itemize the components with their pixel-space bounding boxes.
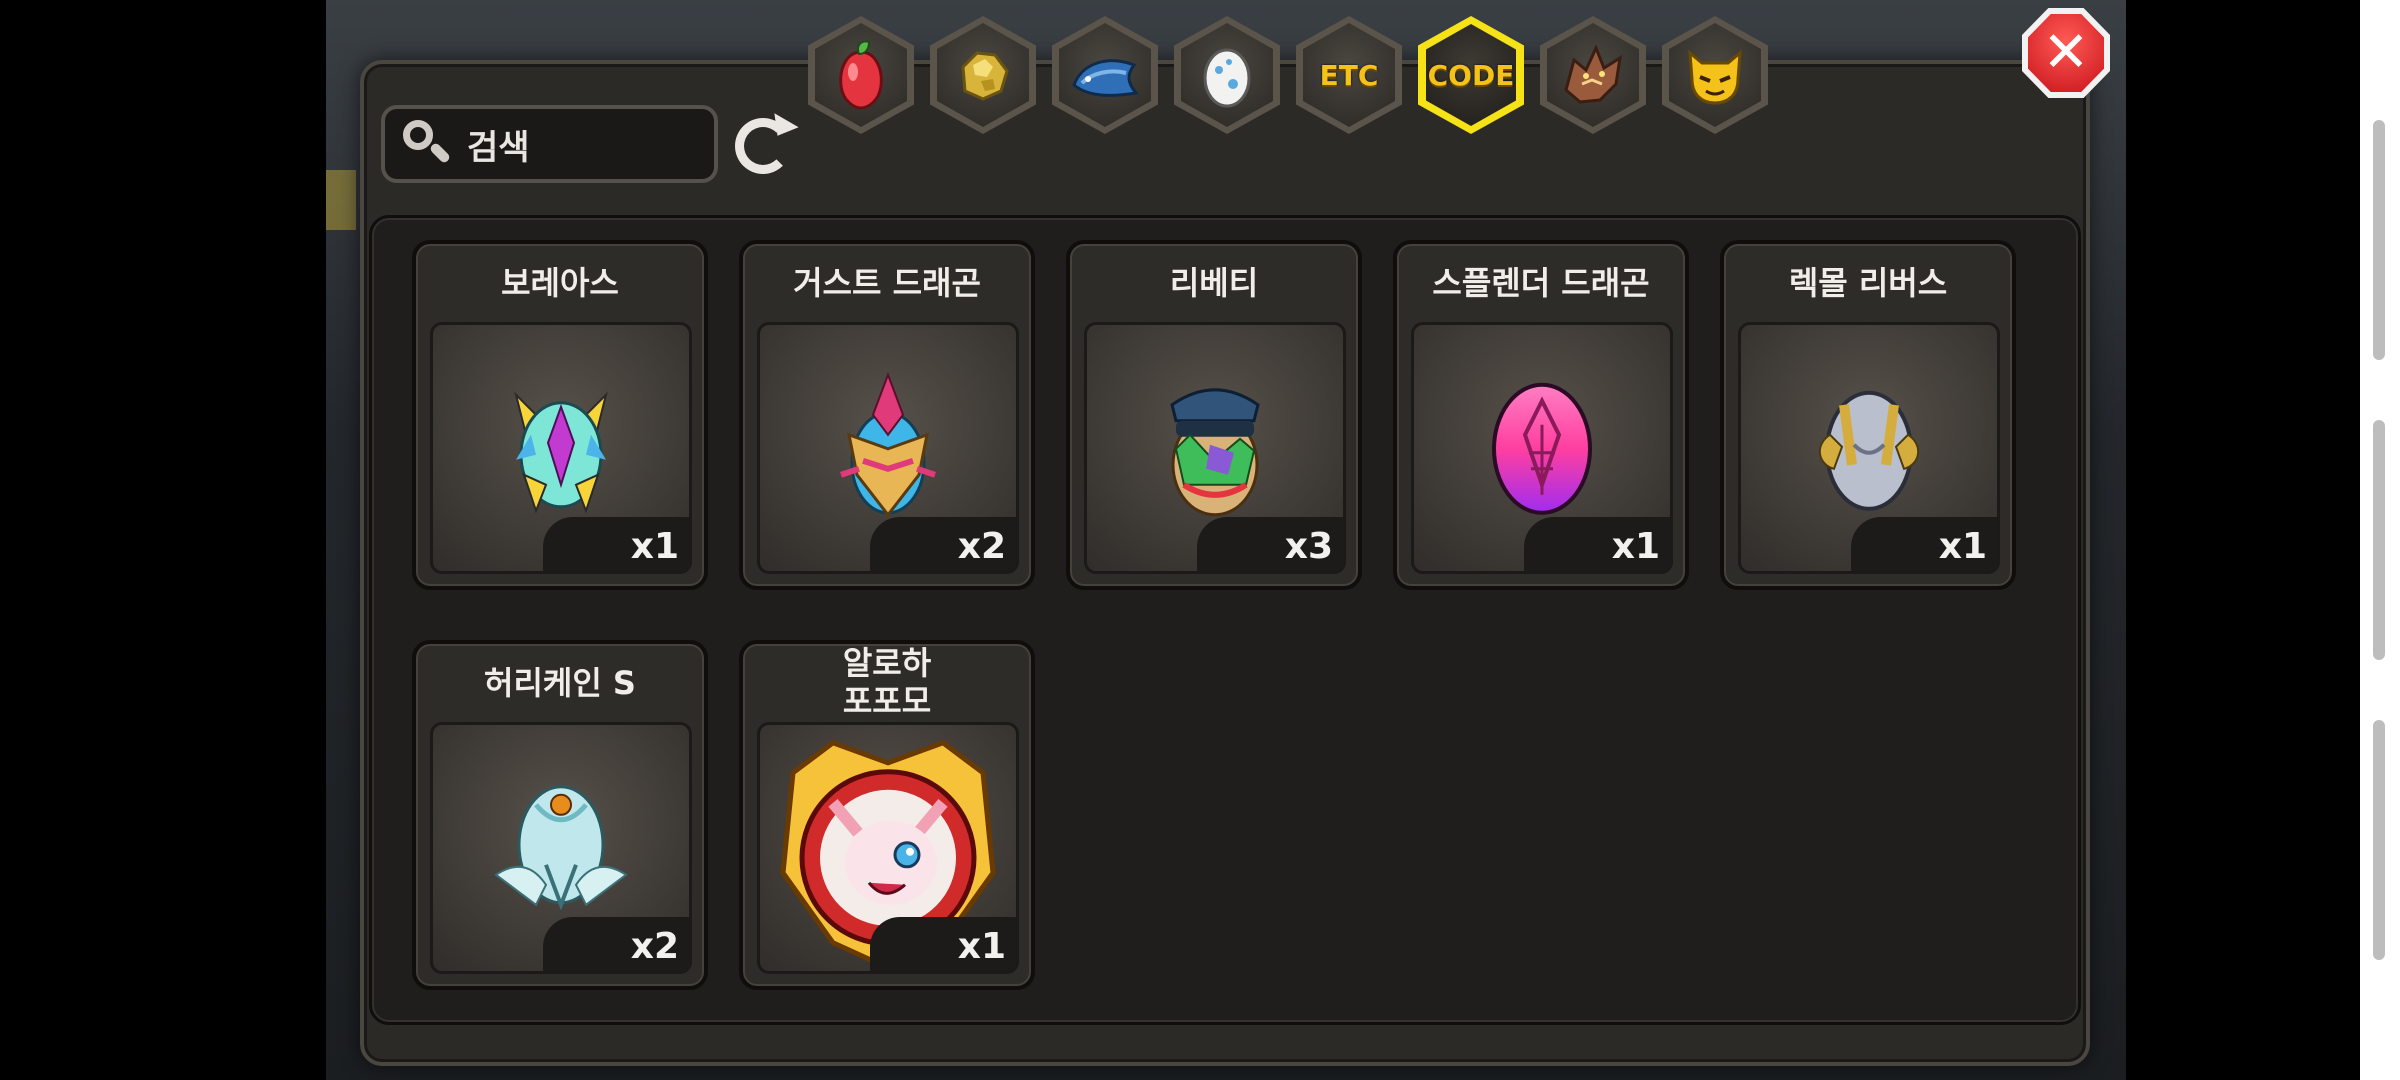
item-name: 허리케인 S	[484, 664, 636, 702]
gold-nugget-icon	[961, 51, 1009, 101]
scroll-segment-top[interactable]	[2373, 120, 2385, 360]
item-quantity: x2	[870, 517, 1016, 571]
refresh-icon[interactable]	[735, 118, 791, 174]
item-quantity: x1	[870, 917, 1016, 971]
item-name-line1: 알로하	[842, 644, 932, 682]
egg-icon	[1203, 48, 1251, 108]
item-name: 리베티	[1169, 264, 1259, 302]
tab-fruit[interactable]	[808, 16, 914, 134]
item-card[interactable]: 허리케인 S x2	[412, 640, 708, 990]
libety-egg-icon	[1170, 388, 1260, 517]
scroll-segment-middle[interactable]	[2373, 420, 2385, 660]
search-icon	[399, 116, 455, 172]
item-name: 보레아스	[501, 264, 619, 302]
item-card[interactable]: 리베티 x3	[1066, 240, 1362, 590]
item-slot: x1	[757, 722, 1019, 974]
scroll-segment-bottom[interactable]	[2373, 720, 2385, 960]
item-slot: x1	[1738, 322, 2000, 574]
item-name: 스플렌더 드래곤	[1432, 264, 1650, 302]
item-card[interactable]: 스플렌더 드래곤 x1	[1393, 240, 1689, 590]
item-card[interactable]: 보레아스 x1	[412, 240, 708, 590]
item-card[interactable]: 알로하 포포모 x1	[739, 640, 1035, 990]
tab-code-label: CODE	[1427, 58, 1515, 92]
item-name: 렉몰 리버스	[1788, 264, 1948, 302]
search-placeholder: 검색	[467, 127, 530, 168]
tab-monster[interactable]	[1662, 16, 1768, 134]
item-slot: x1	[430, 322, 692, 574]
tab-etc-label: ETC	[1319, 58, 1379, 92]
item-slot: x2	[757, 322, 1019, 574]
item-slot: x3	[1084, 322, 1346, 574]
item-quantity: x2	[543, 917, 689, 971]
item-name: 거스트 드래곤	[793, 264, 981, 302]
item-quantity: x1	[543, 517, 689, 571]
fruit-icon	[839, 40, 883, 110]
item-slot: x1	[1411, 322, 1673, 574]
item-quantity: x1	[1851, 517, 1997, 571]
search-box[interactable]: 검색	[381, 105, 718, 183]
item-quantity: x3	[1197, 517, 1343, 571]
tab-etc[interactable]: ETC	[1296, 16, 1402, 134]
monster-face-icon	[1688, 49, 1742, 105]
dragon-head-icon	[1564, 44, 1622, 104]
fish-icon	[1072, 59, 1139, 97]
close-icon: ✕	[2042, 20, 2090, 85]
tab-code[interactable]: CODE	[1418, 16, 1524, 134]
tab-gold[interactable]	[930, 16, 1036, 134]
splendor-dragon-egg-icon	[1492, 382, 1592, 515]
item-card[interactable]: 거스트 드래곤 x2	[739, 240, 1035, 590]
item-name: 알로하 포포모	[743, 644, 1031, 720]
hurricane-s-egg-icon	[494, 785, 628, 911]
item-card[interactable]: 렉몰 리버스 x1	[1720, 240, 2016, 590]
tab-dragon[interactable]	[1540, 16, 1646, 134]
item-name-line2: 포포모	[842, 682, 932, 720]
rekmol-reverse-egg-icon	[1819, 390, 1919, 511]
gust-dragon-egg-icon	[840, 371, 936, 518]
item-slot: x2	[430, 722, 692, 974]
tab-egg[interactable]	[1174, 16, 1280, 134]
boreas-egg-icon	[514, 391, 608, 514]
tab-fish[interactable]	[1052, 16, 1158, 134]
item-quantity: x1	[1524, 517, 1670, 571]
